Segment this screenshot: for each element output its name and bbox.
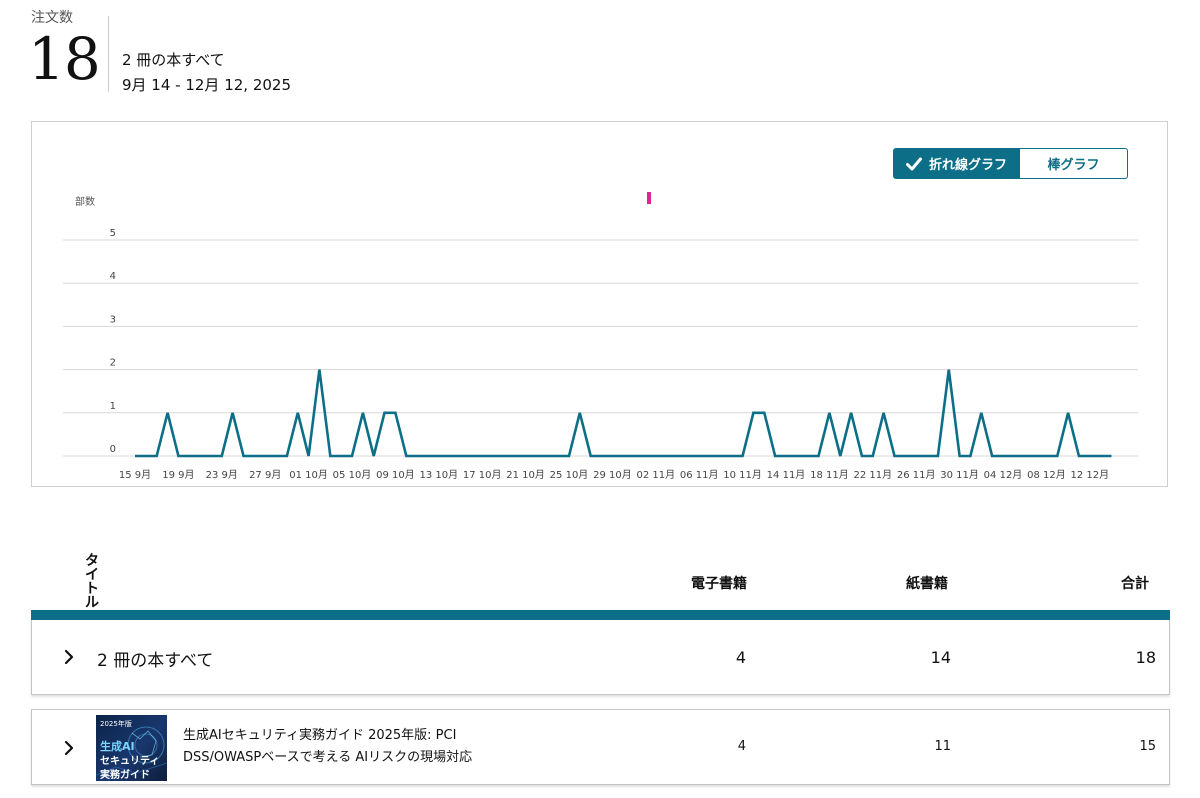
y-axis-label: 部数 [75, 195, 95, 208]
all-books-label: 2 冊の本すべて [97, 651, 214, 671]
x-tick-label: 12 12月 [1070, 469, 1109, 481]
bar-chart-button[interactable]: 棒グラフ [1020, 148, 1128, 179]
column-header-total: 合計 [1121, 576, 1149, 592]
chevron-right-icon[interactable] [62, 740, 76, 756]
x-tick-label: 23 9月 [206, 469, 238, 481]
check-icon [905, 157, 922, 170]
y-tick-label: 3 [110, 314, 116, 325]
x-tick-label: 14 11月 [767, 469, 806, 481]
chart-marker [647, 192, 651, 204]
table-row-all-books[interactable]: 2 冊の本すべて 4 14 18 [31, 620, 1170, 695]
x-tick-label: 18 11月 [810, 469, 849, 481]
y-tick-label: 4 [110, 271, 116, 282]
x-tick-label: 04 12月 [984, 469, 1023, 481]
x-tick-label: 29 10月 [593, 469, 632, 481]
x-tick-label: 27 9月 [249, 469, 281, 481]
orders-count: 18 [28, 25, 101, 93]
y-tick-label: 0 [110, 444, 116, 455]
orders-summary: 注文数 18 2 冊の本すべて 9月 14 - 12月 12, 2025 [0, 0, 420, 100]
y-tick-label: 2 [110, 358, 116, 369]
x-tick-label: 17 10月 [463, 469, 502, 481]
cover-line2: セキュリティ [100, 756, 160, 767]
x-tick-label: 06 11月 [680, 469, 719, 481]
summary-title: 2 冊の本すべて [122, 51, 225, 69]
all-books-ebook-count: 4 [735, 648, 746, 667]
column-header-title: タイトル [85, 553, 99, 611]
chevron-right-icon[interactable] [62, 649, 76, 665]
x-tick-label: 01 10月 [289, 469, 328, 481]
x-tick-label: 26 11月 [897, 469, 936, 481]
line-chart-label: 折れ線グラフ [928, 158, 1007, 173]
table-header-bar [31, 610, 1170, 620]
y-tick-label: 5 [110, 228, 116, 239]
y-tick-label: 1 [110, 401, 116, 412]
table-header: タイトル 電子書籍 紙書籍 合計 [31, 548, 1170, 610]
x-tick-label: 30 11月 [940, 469, 979, 481]
x-tick-label: 21 10月 [506, 469, 545, 481]
column-header-ebook: 電子書籍 [691, 576, 747, 592]
chart-panel: 部数 0 1 2 3 4 5 15 9月 19 9月 23 9月 27 9月 01 10月 05 10月… [31, 121, 1168, 487]
cover-year: 2025年版 [100, 720, 132, 728]
x-tick-label: 15 9月 [119, 469, 151, 481]
x-tick-label: 08 12月 [1027, 469, 1066, 481]
x-tick-label: 09 10月 [376, 469, 415, 481]
all-books-total-count: 18 [1135, 648, 1156, 667]
book-ebook-count: 4 [737, 739, 746, 754]
book-title: 生成AIセキュリティ実務ガイド 2025年版: PCI DSS/OWASPベース… [183, 728, 473, 765]
x-tick-label: 10 11月 [723, 469, 762, 481]
line-chart-button[interactable]: 折れ線グラフ [893, 148, 1020, 179]
summary-divider [108, 16, 109, 92]
table-row-book[interactable]: 2025年版 生成AI セキュリティ 実務ガイド 生成AIセキュリティ実務ガイド… [31, 709, 1170, 785]
date-range: 9月 14 - 12月 12, 2025 [122, 76, 291, 94]
x-tick-label: 22 11月 [853, 469, 892, 481]
x-tick-label: 02 11月 [636, 469, 675, 481]
x-tick-label: 19 9月 [162, 469, 194, 481]
book-print-count: 11 [934, 739, 951, 754]
bar-chart-label: 棒グラフ [1047, 158, 1100, 173]
x-tick-label: 13 10月 [419, 469, 458, 481]
column-header-print: 紙書籍 [906, 576, 948, 592]
cover-line3: 実務ガイド [100, 770, 150, 781]
x-tick-label: 05 10月 [333, 469, 372, 481]
all-books-print-count: 14 [930, 648, 951, 667]
chart-type-toggle: 折れ線グラフ 棒グラフ [893, 148, 1128, 179]
book-total-count: 15 [1139, 739, 1156, 754]
x-tick-label: 25 10月 [550, 469, 589, 481]
book-cover-image[interactable]: 2025年版 生成AI セキュリティ 実務ガイド [96, 715, 167, 781]
